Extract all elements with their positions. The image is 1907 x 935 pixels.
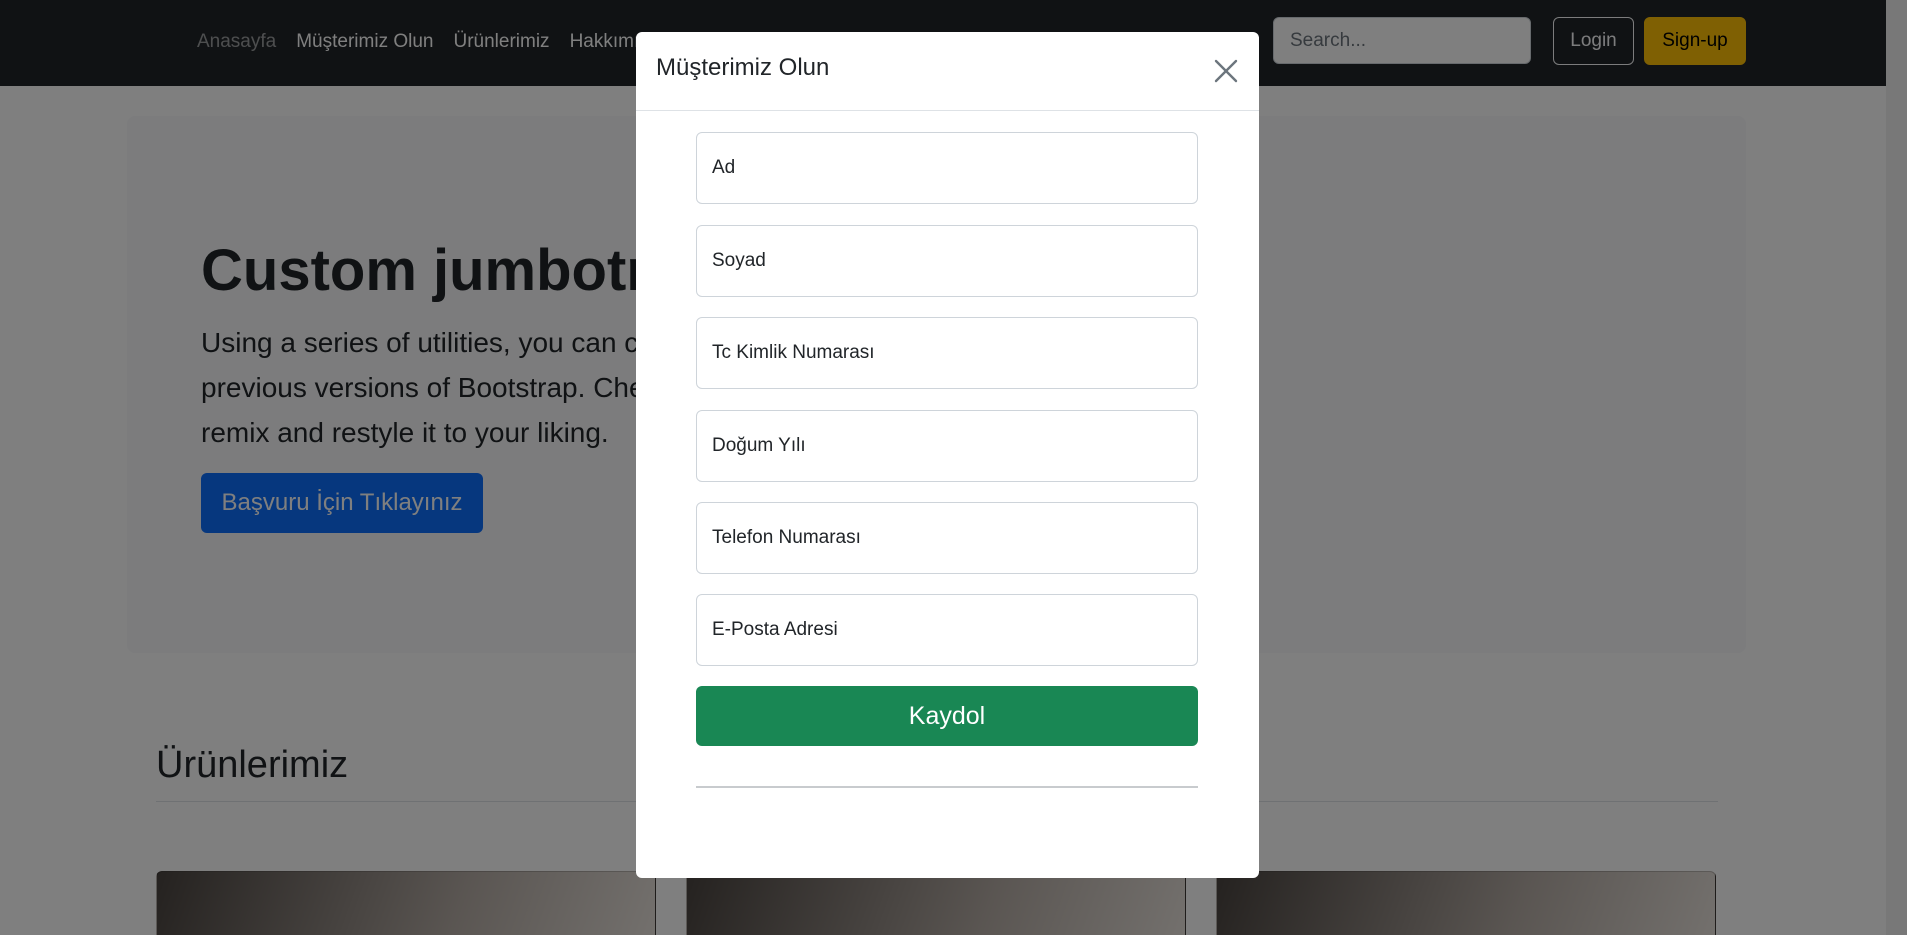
modal-divider xyxy=(696,786,1198,788)
register-modal: Müşterimiz Olun Kaydol xyxy=(636,32,1259,878)
email-field[interactable] xyxy=(696,594,1198,666)
phone-field[interactable] xyxy=(696,502,1198,574)
modal-title: Müşterimiz Olun xyxy=(656,54,830,81)
birth-year-field[interactable] xyxy=(696,410,1198,482)
close-icon[interactable] xyxy=(1211,56,1241,86)
national-id-field[interactable] xyxy=(696,317,1198,389)
first-name-field[interactable] xyxy=(696,132,1198,204)
modal-header: Müşterimiz Olun xyxy=(636,32,1259,111)
register-button[interactable]: Kaydol xyxy=(696,686,1198,746)
last-name-field[interactable] xyxy=(696,225,1198,297)
